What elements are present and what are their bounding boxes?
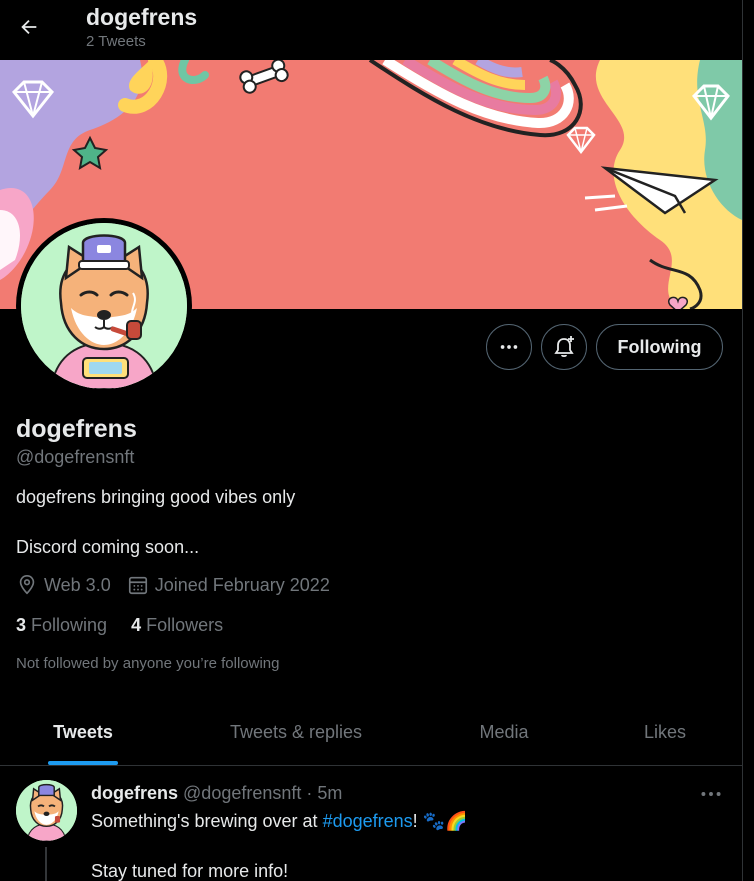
- tweet-text: Something's brewing over at #dogefrens! …: [91, 811, 467, 832]
- profile-handle: @dogefrensnft: [16, 447, 135, 467]
- joined-text: Joined February 2022: [154, 574, 330, 595]
- followers-stat-link[interactable]: 4 Followers: [131, 615, 223, 636]
- more-dots-icon: [500, 345, 518, 349]
- following-button[interactable]: Following: [596, 324, 723, 370]
- location-pin-icon: [19, 575, 35, 595]
- bell-plus-icon: [554, 336, 574, 358]
- doge-avatar-image: [21, 223, 187, 389]
- tweet-text-end: ! 🐾🌈: [412, 811, 468, 831]
- following-count: 3: [16, 615, 27, 635]
- tweet-avatar[interactable]: [16, 780, 77, 841]
- tweet-separator: ·: [306, 783, 313, 803]
- notifications-button[interactable]: [541, 324, 587, 370]
- profile-header: dogefrens 2 Tweets: [0, 0, 742, 60]
- tab-label: Media: [479, 722, 529, 742]
- profile-meta: Web 3.0 Joined February 2022: [16, 574, 346, 596]
- tweet-author-name[interactable]: dogefrens: [91, 783, 178, 803]
- tab-likes[interactable]: Likes: [582, 700, 748, 765]
- tweet-text-start: Something's brewing over at: [91, 811, 323, 831]
- calendar-icon: [128, 576, 147, 595]
- tab-label: Tweets: [53, 722, 113, 742]
- more-dots-icon: [701, 792, 721, 796]
- more-options-button[interactable]: [486, 324, 532, 370]
- tab-media[interactable]: Media: [426, 700, 582, 765]
- tab-tweets-replies[interactable]: Tweets & replies: [166, 700, 426, 765]
- tweet-text-line-2: Stay tuned for more info!: [91, 861, 289, 881]
- following-label: Following: [31, 615, 108, 635]
- location-text: Web 3.0: [44, 574, 111, 595]
- back-button[interactable]: [12, 10, 46, 44]
- tweet-item[interactable]: dogefrens @dogefrensnft · 5m Something's…: [0, 767, 742, 881]
- bio-line-1: dogefrens bringing good vibes only: [16, 487, 296, 507]
- page-title: dogefrens: [86, 4, 198, 30]
- profile-tabs: Tweets Tweets & replies Media Likes: [0, 700, 742, 766]
- doge-avatar-image: [16, 780, 77, 841]
- following-stat-link[interactable]: 3 Following: [16, 615, 107, 636]
- tab-label: Tweets & replies: [229, 722, 363, 742]
- follow-stats: 3 Following 4 Followers: [16, 615, 247, 636]
- thread-line: [45, 847, 47, 881]
- active-tab-indicator: [48, 761, 118, 765]
- tweet-count: 2 Tweets: [86, 33, 146, 50]
- profile-avatar[interactable]: [16, 218, 192, 394]
- joined-item: Joined February 2022: [127, 574, 330, 596]
- bio-line-2: Discord coming soon...: [16, 537, 200, 557]
- tweet-more-button[interactable]: [698, 781, 724, 812]
- followers-label: Followers: [146, 615, 224, 635]
- not-followed-note: Not followed by anyone you’re following: [16, 655, 280, 672]
- followers-count: 4: [131, 615, 142, 635]
- hashtag-link[interactable]: #dogefrens: [323, 811, 413, 831]
- profile-display-name: dogefrens: [16, 415, 137, 443]
- arrow-left-icon: [21, 19, 37, 35]
- location-item: Web 3.0: [16, 574, 111, 596]
- tweet-timestamp[interactable]: 5m: [317, 783, 342, 803]
- tweet-author-handle[interactable]: @dogefrensnft: [183, 783, 301, 803]
- tab-label: Likes: [643, 722, 687, 742]
- tab-tweets[interactable]: Tweets: [0, 700, 166, 765]
- tweet-header: dogefrens @dogefrensnft · 5m: [91, 783, 342, 804]
